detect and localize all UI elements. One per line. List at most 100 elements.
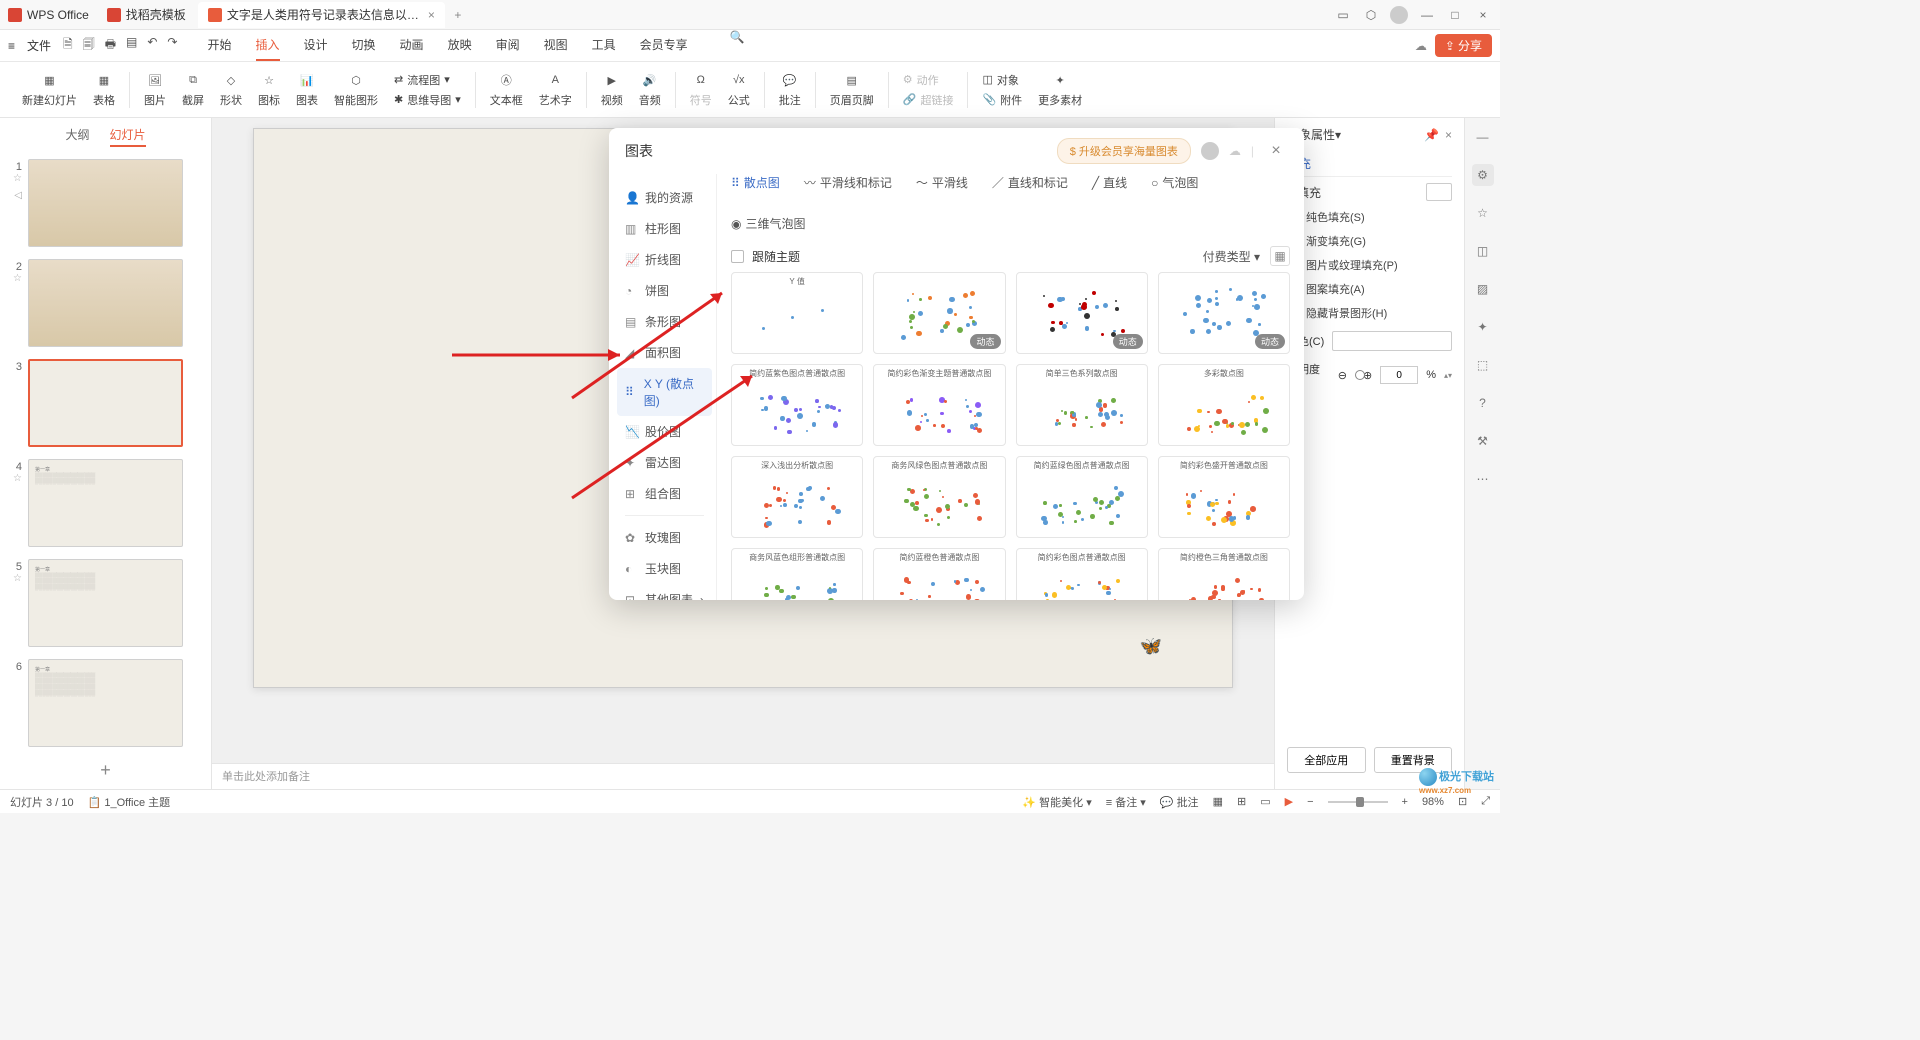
minimize-icon[interactable]: — xyxy=(1414,4,1440,26)
search-icon[interactable]: 🔍 xyxy=(730,30,745,61)
star-tool-icon[interactable]: ☆ xyxy=(1472,202,1494,224)
layers-icon[interactable]: ◫ xyxy=(1472,240,1494,262)
apply-all-button[interactable]: 全部应用 xyxy=(1287,747,1366,773)
tab-view[interactable]: 视图 xyxy=(544,30,568,61)
add-tab-button[interactable]: + xyxy=(447,8,469,22)
subtype-smooth[interactable]: 〜平滑线 xyxy=(916,174,968,191)
cat-hbar[interactable]: ▤条形图 xyxy=(617,306,712,337)
add-slide-button[interactable]: + xyxy=(0,752,211,789)
shapes-button[interactable]: ◇形状 xyxy=(220,71,242,108)
close-modal-icon[interactable]: × xyxy=(1264,142,1288,160)
fill-solid-radio[interactable]: 纯色填充(S) xyxy=(1287,209,1452,225)
video-button[interactable]: ▶视频 xyxy=(601,71,623,108)
attachment-button[interactable]: 📎附件 xyxy=(982,92,1022,108)
slide-item-6[interactable]: 6第一章░░░░░░░░░░░░░░░░░░░░░░░░░░░░░░░░░░░░… xyxy=(8,659,203,747)
panel-tab-slides[interactable]: 幻灯片 xyxy=(110,126,146,147)
subtype-scatter[interactable]: ⠿散点图 xyxy=(731,174,780,191)
slide-item-4[interactable]: 4☆第一章░░░░░░░░░░░░░░░░░░░░░░░░░░░░░░░░░░ xyxy=(8,459,203,547)
filter-dropdown[interactable]: 付费类型 ▾ xyxy=(1203,248,1260,265)
panel-tab-outline[interactable]: 大纲 xyxy=(65,126,89,147)
cat-xy[interactable]: ⠿X Y (散点图) xyxy=(617,368,712,416)
notebook-icon[interactable]: ▭ xyxy=(1330,4,1356,26)
chart-template[interactable]: 简单三色系列散点图 xyxy=(1016,364,1148,446)
chart-template[interactable]: 多彩散点图 xyxy=(1158,364,1290,446)
tab-transition[interactable]: 切换 xyxy=(352,30,376,61)
theme-indicator[interactable]: 📋 1_Office 主题 xyxy=(88,794,171,810)
tab-tools[interactable]: 工具 xyxy=(592,30,616,61)
avatar-icon[interactable] xyxy=(1386,4,1412,26)
mindmap-button[interactable]: ✱思维导图▾ xyxy=(394,92,461,108)
zoom-out-icon[interactable]: − xyxy=(1307,796,1313,808)
smart-graphics-button[interactable]: ⬡智能图形 xyxy=(334,71,378,108)
fill-pattern-radio[interactable]: 图案填充(A) xyxy=(1287,281,1452,297)
image-tool-icon[interactable]: ▨ xyxy=(1472,278,1494,300)
fit-icon[interactable]: ⊡ xyxy=(1458,795,1467,808)
save-icon[interactable]: 🗎 xyxy=(63,35,73,56)
cube-icon[interactable]: ⬡ xyxy=(1358,4,1384,26)
slide-item-5[interactable]: 5☆第一章░░░░░░░░░░░░░░░░░░░░░░░░░░░░░░░░░░░… xyxy=(8,559,203,647)
subtype-straight[interactable]: ╱直线 xyxy=(1092,174,1127,191)
charts-button[interactable]: 📊图表 xyxy=(296,71,318,108)
object-button[interactable]: ◫对象 xyxy=(982,72,1022,88)
cat-radar[interactable]: ✦雷达图 xyxy=(617,447,712,478)
tab-review[interactable]: 审阅 xyxy=(496,30,520,61)
slide-list[interactable]: 1☆◁ 2☆ 3 4☆第一章░░░░░░░░░░░░░░░░░░░░░░░░░░… xyxy=(0,155,211,752)
chart-template[interactable]: 简约橙色三角普通散点图 xyxy=(1158,548,1290,600)
cat-stock[interactable]: 📉股价图 xyxy=(617,416,712,447)
help-icon[interactable]: ? xyxy=(1472,392,1494,414)
slide-item-3[interactable]: 3 xyxy=(8,359,203,447)
new-slide-button[interactable]: ▦新建幻灯片 xyxy=(22,71,77,108)
chart-template[interactable]: 简约蓝紫色图点普通散点图 xyxy=(731,364,863,446)
save-as-icon[interactable]: 🗐 xyxy=(83,35,95,56)
chart-template[interactable]: 商务风蓝色组形普通散点图 xyxy=(731,548,863,600)
fill-gradient-radio[interactable]: 渐变填充(G) xyxy=(1287,233,1452,249)
close-panel-icon[interactable]: × xyxy=(1445,128,1452,142)
expand-icon[interactable]: ⤢ xyxy=(1481,795,1490,808)
upgrade-button[interactable]: $ 升级会员享海量图表 xyxy=(1057,138,1191,164)
tab-slideshow[interactable]: 放映 xyxy=(448,30,472,61)
color-picker-button[interactable] xyxy=(1332,331,1452,351)
comment-button[interactable]: 💬批注 xyxy=(779,71,801,108)
tab-member[interactable]: 会员专享 xyxy=(640,30,688,61)
hide-bg-checkbox[interactable]: 隐藏背景图形(H) xyxy=(1287,305,1452,321)
slide-item-2[interactable]: 2☆ xyxy=(8,259,203,347)
fill-picture-radio[interactable]: 图片或纹理填充(P) xyxy=(1287,257,1452,273)
cat-line[interactable]: 📈折线图 xyxy=(617,244,712,275)
slide-item-1[interactable]: 1☆◁ xyxy=(8,159,203,247)
zoom-value[interactable]: 98% xyxy=(1422,796,1444,808)
zoom-slider[interactable] xyxy=(1328,801,1388,803)
chart-template[interactable]: 简约蓝绿色图点普通散点图 xyxy=(1016,456,1148,538)
cloud-icon[interactable]: ☁ xyxy=(1229,144,1241,158)
user-avatar-icon[interactable] xyxy=(1201,142,1219,160)
maximize-icon[interactable]: □ xyxy=(1442,4,1468,26)
print-preview-icon[interactable]: ▤ xyxy=(126,35,137,56)
close-window-icon[interactable]: × xyxy=(1470,4,1496,26)
cat-my-assets[interactable]: 👤我的资源 xyxy=(617,182,712,213)
fill-preset-dropdown[interactable] xyxy=(1426,183,1452,201)
view-normal-icon[interactable]: ▦ xyxy=(1213,795,1223,808)
opacity-value[interactable] xyxy=(1380,366,1418,384)
view-sorter-icon[interactable]: ⊞ xyxy=(1237,795,1246,808)
cat-pie[interactable]: ◔饼图 xyxy=(617,275,712,306)
grid-view-icon[interactable]: ▦ xyxy=(1270,246,1290,266)
notes-toggle[interactable]: ≡ 备注 ▾ xyxy=(1106,794,1146,810)
wordart-button[interactable]: A艺术字 xyxy=(539,71,572,108)
collapse-icon[interactable]: — xyxy=(1472,126,1494,148)
comments-toggle[interactable]: 💬 批注 xyxy=(1160,794,1199,810)
hamburger-icon[interactable]: ≡ xyxy=(8,39,15,53)
undo-icon[interactable]: ↶ xyxy=(147,35,157,56)
cat-jade[interactable]: ◐玉块图 xyxy=(617,553,712,584)
share-button[interactable]: ⇪ 分享 xyxy=(1435,34,1492,57)
table-button[interactable]: ▦表格 xyxy=(93,71,115,108)
tab-design[interactable]: 设计 xyxy=(304,30,328,61)
slideshow-icon[interactable]: ▶ xyxy=(1285,795,1293,808)
audio-button[interactable]: 🔊音频 xyxy=(639,71,661,108)
header-footer-button[interactable]: ▤页眉页脚 xyxy=(830,71,874,108)
cat-rose[interactable]: ✿玫瑰图 xyxy=(617,522,712,553)
cat-bar[interactable]: ▥柱形图 xyxy=(617,213,712,244)
close-tab-icon[interactable]: × xyxy=(428,8,435,22)
smart-beautify-button[interactable]: ✨ 智能美化 ▾ xyxy=(1022,794,1091,810)
doc-tab-current[interactable]: 文字是人类用符号记录表达信息以… × xyxy=(198,2,445,28)
pin-icon[interactable]: 📌 xyxy=(1424,128,1439,142)
settings-tool-icon[interactable]: ⚒ xyxy=(1472,430,1494,452)
